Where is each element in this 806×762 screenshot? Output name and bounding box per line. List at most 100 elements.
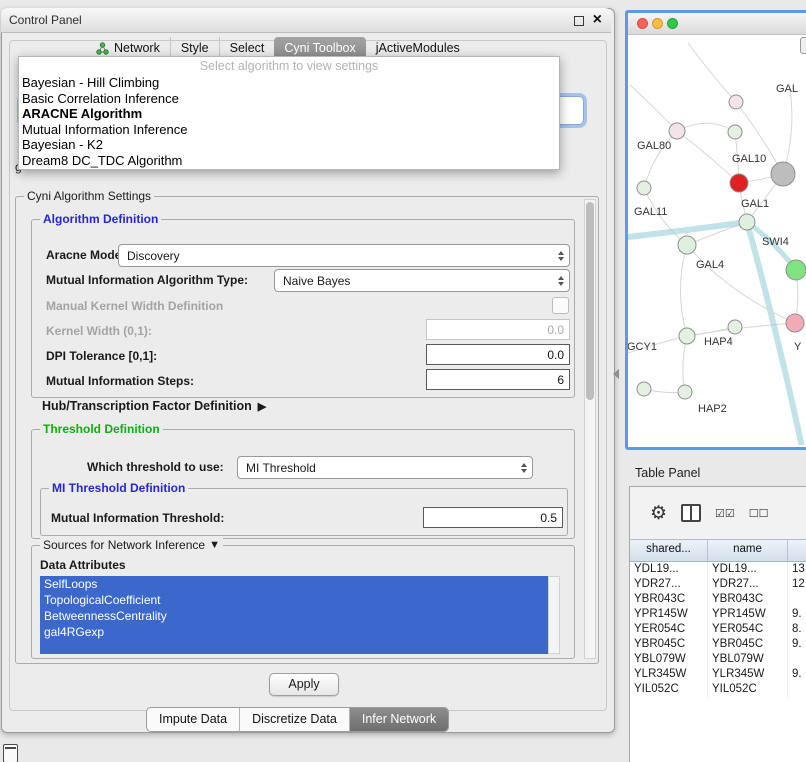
- network-edge[interactable]: [628, 222, 747, 237]
- table-cell: 9.: [788, 637, 806, 652]
- table-cell: YER054C: [708, 622, 788, 637]
- algorithm-option[interactable]: Basic Correlation Inference: [19, 91, 559, 107]
- network-node[interactable]: [637, 181, 651, 195]
- algorithm-option[interactable]: Bayesian - Hill Climbing: [19, 75, 559, 91]
- mi-steps-field[interactable]: [426, 369, 570, 390]
- tab-impute-data[interactable]: Impute Data: [147, 708, 239, 731]
- network-node[interactable]: [678, 385, 692, 399]
- table-row[interactable]: YBR045CYBR045C9.: [630, 637, 806, 652]
- table-cell: YBR043C: [630, 592, 708, 607]
- table-cell: YDL19...: [708, 562, 788, 577]
- table-row[interactable]: YIL052CYIL052C: [630, 682, 806, 697]
- tab-infer-network[interactable]: Infer Network: [349, 708, 448, 731]
- network-canvas[interactable]: GALGAL80GAL10GAL11GAL1SWI4GAL4GCY1HAP4YH…: [628, 35, 806, 447]
- network-node[interactable]: [739, 214, 755, 230]
- algorithm-option[interactable]: Dream8 DC_TDC Algorithm: [19, 153, 559, 169]
- algorithm-definition-group: Algorithm Definition Aracne Mode: Discov…: [31, 219, 575, 398]
- network-node[interactable]: [728, 125, 742, 139]
- network-node[interactable]: [729, 95, 743, 109]
- network-edge[interactable]: [681, 245, 688, 336]
- network-node[interactable]: [728, 320, 742, 334]
- tab-discretize-data[interactable]: Discretize Data: [239, 708, 349, 731]
- window-title: Control Panel: [9, 8, 82, 32]
- node-label: GAL10: [732, 153, 766, 165]
- close-traffic-light-icon[interactable]: [637, 18, 648, 29]
- aracne-mode-select[interactable]: Discovery: [118, 244, 570, 267]
- threshold-definition-group: Threshold Definition Which threshold to …: [31, 429, 575, 539]
- table-row[interactable]: YLR345WYLR345W9.: [630, 667, 806, 682]
- threshold-definition-legend: Threshold Definition: [40, 422, 163, 436]
- network-node[interactable]: [730, 174, 748, 192]
- attribute-list-item[interactable]: TopologicalCoefficient: [40, 592, 548, 608]
- table-row[interactable]: YER054CYER054C8.: [630, 622, 806, 637]
- scrollbar-thumb[interactable]: [586, 202, 594, 400]
- column-header[interactable]: shared...: [630, 540, 708, 561]
- close-icon[interactable]: ×: [593, 10, 602, 30]
- network-node[interactable]: [679, 328, 695, 344]
- column-header[interactable]: name: [708, 540, 788, 561]
- zoom-traffic-light-icon[interactable]: [667, 18, 678, 29]
- network-node[interactable]: [771, 162, 795, 186]
- network-node[interactable]: [669, 123, 685, 139]
- data-attributes-list[interactable]: SelfLoopsTopologicalCoefficientBetweenne…: [40, 576, 548, 654]
- columns-icon[interactable]: [681, 504, 701, 522]
- list-scrollbar[interactable]: [548, 576, 560, 654]
- network-edge[interactable]: [677, 123, 735, 132]
- kernel-width-field[interactable]: [426, 319, 570, 340]
- network-node[interactable]: [786, 314, 804, 332]
- algorithm-definition-title: Algorithm Definition: [43, 212, 158, 226]
- mi-steps-label: Mutual Information Steps:: [46, 374, 194, 388]
- algorithm-option[interactable]: Mutual Information Inference: [19, 122, 559, 138]
- attribute-list-item[interactable]: SelfLoops: [40, 576, 548, 592]
- table-cell: YBR045C: [630, 637, 708, 652]
- algorithm-option[interactable]: ARACNE Algorithm: [19, 106, 559, 122]
- hub-definition-expander[interactable]: Hub/Transcription Factor Definition ▶: [42, 399, 266, 413]
- table-cell: 8.: [788, 622, 806, 637]
- table-row[interactable]: YDL19...YDL19...13: [630, 562, 806, 577]
- network-edge[interactable]: [630, 85, 677, 131]
- table-row[interactable]: YBL079WYBL079W: [630, 652, 806, 667]
- mi-type-select[interactable]: Naive Bayes: [274, 269, 570, 292]
- network-edge[interactable]: [687, 245, 795, 323]
- table-cell: YLR345W: [630, 667, 708, 682]
- algorithm-option[interactable]: Bayesian - K2: [19, 137, 559, 153]
- network-view-window: GALGAL80GAL10GAL11GAL1SWI4GAL4GCY1HAP4YH…: [625, 10, 806, 450]
- select-all-icon[interactable]: ☑☑: [715, 507, 735, 520]
- gear-icon[interactable]: ⚙: [650, 502, 667, 525]
- settings-scrollbar[interactable]: [584, 199, 596, 659]
- view-control-button[interactable]: [800, 37, 806, 54]
- network-edge[interactable]: [747, 222, 802, 445]
- network-edge[interactable]: [783, 90, 792, 174]
- sources-legend[interactable]: Sources for Network Inference ▼: [40, 538, 223, 552]
- float-window-icon[interactable]: [574, 16, 584, 26]
- network-node[interactable]: [637, 382, 651, 396]
- apply-button[interactable]: Apply: [269, 673, 339, 696]
- manual-kernel-checkbox[interactable]: [552, 297, 569, 314]
- column-header[interactable]: [788, 540, 806, 561]
- table-panel-title: Table Panel: [635, 466, 700, 480]
- table-cell: YIL052C: [708, 682, 788, 697]
- table-row[interactable]: YDR27...YDR27...12: [630, 577, 806, 592]
- dock-panel-icon[interactable]: [3, 744, 18, 762]
- network-icon: [96, 42, 109, 55]
- network-node[interactable]: [678, 236, 696, 254]
- panel-collapse-handle[interactable]: [613, 369, 619, 379]
- network-edge[interactable]: [677, 131, 739, 183]
- network-node[interactable]: [786, 260, 806, 280]
- which-threshold-select[interactable]: MI Threshold: [237, 456, 533, 479]
- mi-threshold-field[interactable]: [423, 507, 563, 528]
- table-row[interactable]: YPR145WYPR145W9.: [630, 607, 806, 622]
- control-panel-titlebar[interactable]: Control Panel ×: [1, 8, 611, 33]
- node-label: SWI4: [762, 236, 789, 248]
- table-panel: ⚙ ☑☑ ☐☐ shared...nameYDL19...YDL19...13YDR…: [629, 486, 806, 762]
- network-view-titlebar[interactable]: [628, 13, 806, 35]
- minimize-traffic-light-icon[interactable]: [652, 18, 663, 29]
- network-edge[interactable]: [688, 43, 736, 102]
- attribute-list-item[interactable]: gal4RGexp: [40, 624, 548, 640]
- algorithm-placeholder-option[interactable]: Select algorithm to view settings: [19, 57, 559, 75]
- clear-selection-icon[interactable]: ☐☐: [749, 507, 769, 520]
- table-row[interactable]: YBR043CYBR043C: [630, 592, 806, 607]
- dpi-tolerance-field[interactable]: [426, 344, 570, 365]
- attribute-list-item[interactable]: BetweennessCentrality: [40, 608, 548, 624]
- dpi-tolerance-label: DPI Tolerance [0,1]:: [46, 349, 157, 363]
